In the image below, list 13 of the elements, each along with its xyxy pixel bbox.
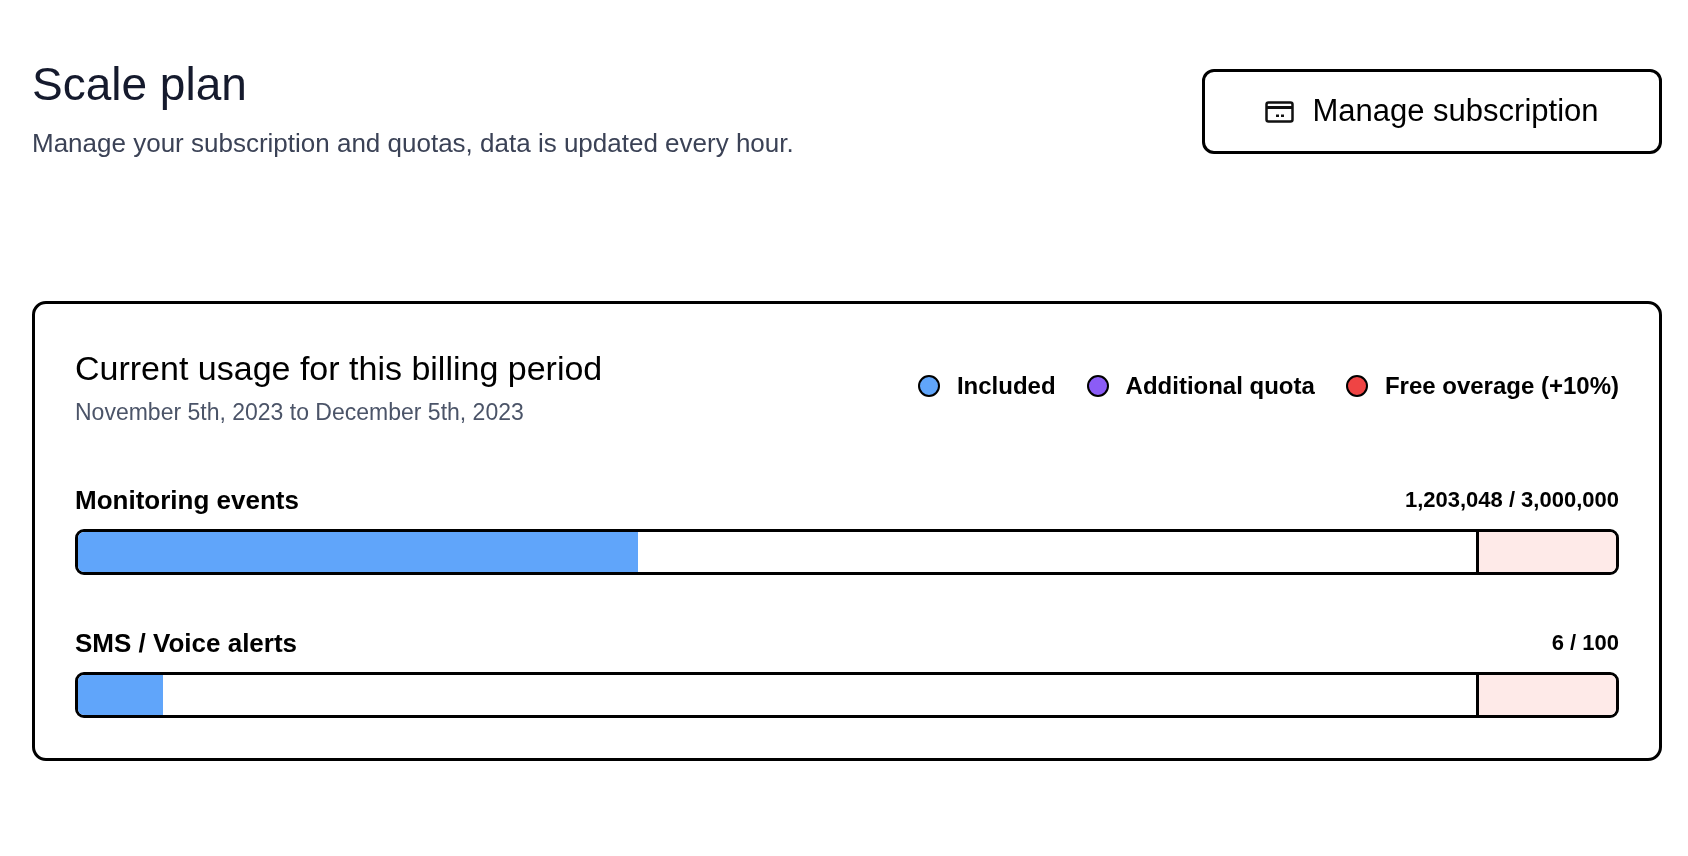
meter-reading: 6 / 100 <box>1551 629 1619 657</box>
meter-reading: 1,203,048 / 3,000,000 <box>1404 486 1619 514</box>
credit-card-icon <box>1265 100 1295 123</box>
legend-label: Free overage (+10%) <box>1384 371 1619 401</box>
legend-label: Additional quota <box>1125 371 1315 401</box>
manage-subscription-button[interactable]: Manage subscription <box>1202 69 1662 154</box>
page-title: Scale plan <box>32 57 247 112</box>
page-subtitle: Manage your subscription and quotas, data is updated every hour. <box>32 127 794 160</box>
billing-period: November 5th, 2023 to December 5th, 2023 <box>75 398 524 427</box>
meter-label: SMS / Voice alerts <box>75 627 298 660</box>
meter-label: Monitoring events <box>75 484 299 517</box>
legend-label: Included <box>956 371 1056 401</box>
card-title: Current usage for this billing period <box>75 348 603 389</box>
